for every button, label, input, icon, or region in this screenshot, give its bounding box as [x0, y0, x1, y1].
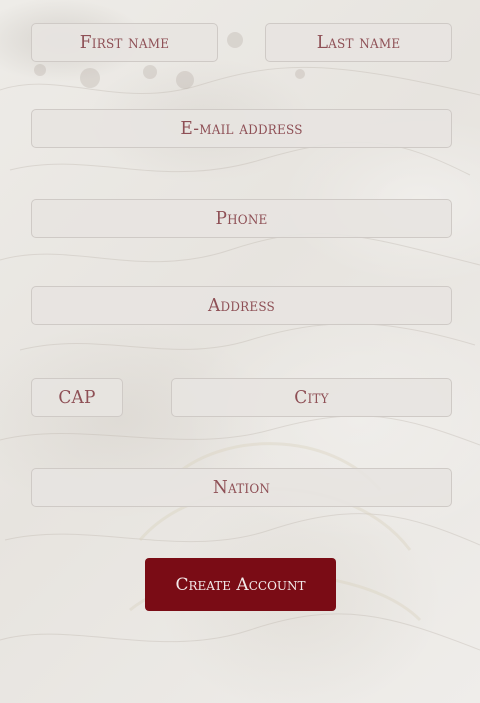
phone-field[interactable]: Phone	[31, 199, 452, 238]
city-field[interactable]: City	[171, 378, 452, 417]
email-field[interactable]: E-mail address	[31, 109, 452, 148]
nation-field[interactable]: Nation	[31, 468, 452, 507]
cap-field[interactable]: CAP	[31, 378, 123, 417]
last-name-field[interactable]: Last name	[265, 23, 452, 62]
city-placeholder: City	[294, 387, 329, 408]
address-field[interactable]: Address	[31, 286, 452, 325]
address-placeholder: Address	[208, 295, 275, 316]
create-account-button[interactable]: Create Account	[145, 558, 336, 611]
first-name-field[interactable]: First name	[31, 23, 218, 62]
last-name-placeholder: Last name	[316, 32, 401, 53]
nation-placeholder: Nation	[212, 477, 271, 498]
email-placeholder: E-mail address	[180, 118, 303, 139]
cap-placeholder: CAP	[58, 387, 96, 408]
phone-placeholder: Phone	[215, 208, 268, 229]
create-account-label: Create Account	[175, 574, 306, 595]
first-name-placeholder: First name	[79, 32, 170, 53]
